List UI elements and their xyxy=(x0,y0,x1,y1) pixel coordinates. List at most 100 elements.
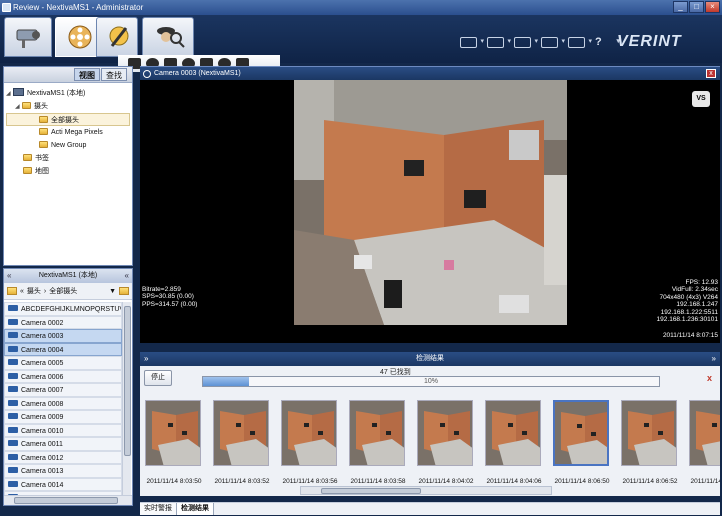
camera-name: ABCDEFGHIJKLMNOPQRSTUVWX xyxy=(21,306,121,313)
collapse-icon[interactable]: « xyxy=(7,269,11,283)
camera-list-item[interactable]: Camera 0013 xyxy=(4,464,122,478)
camera-list-item[interactable]: Camera 0012 xyxy=(4,450,122,464)
chevron-down-icon[interactable]: ▼ xyxy=(109,288,116,295)
result-thumbnail[interactable]: 2011/11/14 8:06:50 xyxy=(550,398,612,485)
detection-header: » 检测结果 » xyxy=(140,352,720,366)
help-icon[interactable]: ? xyxy=(595,36,620,48)
camera-icon xyxy=(8,359,18,365)
close-results-icon[interactable]: x xyxy=(707,373,712,383)
live-mode-tab[interactable] xyxy=(4,17,52,57)
tab-detection-results[interactable]: 检测结果 xyxy=(177,503,214,515)
print-icon[interactable] xyxy=(460,37,484,48)
stream-stats-right: FPS: 12.93 VidFull: 2.34sec 704x480 (4x3… xyxy=(656,279,718,324)
camera-breadcrumb: « 摄头 › 全部摄头 ▼ xyxy=(4,283,132,300)
result-thumbnail[interactable]: 2011/11/14 8:04:02 xyxy=(414,398,476,485)
tab-search[interactable]: 查找 xyxy=(101,68,127,81)
video-panel-header: Camera 0003 (NextivaMS1) x xyxy=(140,66,720,80)
tree-item-acti[interactable]: Acti Mega Pixels xyxy=(6,126,130,139)
thumbnail-image xyxy=(485,400,541,466)
tab-view[interactable]: 视图 xyxy=(74,68,100,81)
breadcrumb-all-cameras[interactable]: 全部摄头 xyxy=(49,286,77,296)
video-viewport[interactable]: Bitrate=2.859 SPS=30.85 (0.00) PPS=314.5… xyxy=(140,80,720,343)
camera-list-item[interactable]: Camera 0003 xyxy=(4,329,122,343)
camera-list-scrollbar[interactable] xyxy=(122,302,131,495)
camera-list-item[interactable]: Camera 0004 xyxy=(4,342,122,356)
tree-item-all-cameras[interactable]: 全部摄头 xyxy=(6,113,130,126)
camera-icon xyxy=(8,440,18,446)
camera-list-item[interactable]: Camera 0005 xyxy=(4,356,122,370)
detective-icon xyxy=(157,27,185,48)
camera-icon xyxy=(8,345,18,352)
folder-icon xyxy=(23,154,32,161)
thumbnail-image xyxy=(621,400,677,466)
minimize-button[interactable]: _ xyxy=(673,1,688,13)
office-scene-image xyxy=(294,80,567,325)
search-progress: 10% xyxy=(202,376,660,387)
camera-list-item[interactable]: Camera 0008 xyxy=(4,396,122,410)
tab-live-alarms[interactable]: 实时警报 xyxy=(140,503,177,515)
camera-name: Camera 0012 xyxy=(21,454,64,462)
close-button[interactable]: × xyxy=(705,1,720,13)
main-toolbar: ? VERINT xyxy=(0,15,722,72)
camera-list-item[interactable]: Camera 0009 xyxy=(4,410,122,424)
back-button[interactable]: « xyxy=(20,288,24,295)
result-thumbnail[interactable]: 2011/11/14 8:06:56 xyxy=(686,398,720,485)
users-icon[interactable] xyxy=(487,37,511,48)
camera-name: Camera 0003 xyxy=(21,333,64,340)
camera-list-hscrollbar[interactable] xyxy=(4,495,132,505)
maximize-button[interactable]: □ xyxy=(689,1,704,13)
result-thumbnail[interactable]: 2011/11/14 8:06:52 xyxy=(618,398,680,485)
tree-root[interactable]: ◢ NextivaMS1 (本地) xyxy=(6,87,130,100)
thumbnail-timestamp: 2011/11/14 8:06:56 xyxy=(690,478,720,485)
app-icon xyxy=(2,3,11,12)
investigate-mode-tab[interactable] xyxy=(142,17,194,57)
camera-name: Camera 0009 xyxy=(21,414,64,421)
camera-name: Camera 0014 xyxy=(21,481,64,489)
navigation-panel: 视图 查找 ◢ NextivaMS1 (本地) ◢ 摄头 全部摄头 Acti Meg… xyxy=(3,66,133,266)
close-video-button[interactable]: x xyxy=(706,69,716,78)
tree-bookmarks[interactable]: 书签 xyxy=(6,152,130,165)
vs-badge: VS xyxy=(692,91,710,107)
stop-button[interactable]: 停止 xyxy=(144,370,172,386)
camera-list-item[interactable]: Camera 0007 xyxy=(4,383,122,397)
breadcrumb-cameras[interactable]: 摄头 xyxy=(27,286,41,296)
folder-icon xyxy=(39,116,48,123)
collapse-icon[interactable]: » xyxy=(144,352,148,366)
tools-icon xyxy=(109,26,129,47)
title-bar: Review - NextivaMS1 - Administrator _ □ … xyxy=(0,0,722,15)
thumbnail-timestamp: 2011/11/14 8:06:52 xyxy=(622,478,678,485)
tree-maps[interactable]: 地图 xyxy=(6,165,130,178)
collapse-icon[interactable]: » xyxy=(712,352,716,366)
collapse-icon[interactable]: « xyxy=(125,269,129,283)
camera-list-item[interactable]: Camera 0006 xyxy=(4,369,122,383)
thumbnail-timestamp: 2011/11/14 8:03:56 xyxy=(282,478,338,485)
tree-item-new-group[interactable]: New Group xyxy=(6,139,130,152)
verint-logo: VERINT xyxy=(617,33,682,50)
camera-list: ABCDEFGHIJKLMNOPQRSTUVWX Camera 0002 Camer… xyxy=(4,302,122,495)
result-thumbnail[interactable]: 2011/11/14 8:04:06 xyxy=(482,398,544,485)
layout-icon[interactable] xyxy=(514,37,538,48)
camera-list-item[interactable]: Camera 0011 xyxy=(4,437,122,451)
thumbnail-timestamp: 2011/11/14 8:03:58 xyxy=(350,478,406,485)
settings-icon[interactable] xyxy=(568,37,592,48)
window-icon[interactable] xyxy=(541,37,565,48)
camera-list-item[interactable]: ABCDEFGHIJKLMNOPQRSTUVWX xyxy=(4,302,122,316)
detection-body: 停止 47 已找到 10% x 2011/11/14 8:03:50 2011/1… xyxy=(140,366,720,496)
video-timestamp: 2011/11/14 8:07:15 xyxy=(662,332,718,339)
new-folder-icon[interactable] xyxy=(119,287,129,295)
progress-text: 10% xyxy=(423,378,438,385)
result-thumbnail[interactable]: 2011/11/14 8:03:50 xyxy=(142,398,204,485)
tools-mode-tab[interactable] xyxy=(96,17,138,57)
camera-list-item[interactable]: Camera 0010 xyxy=(4,423,122,437)
result-thumbnail[interactable]: 2011/11/14 8:03:56 xyxy=(278,398,340,485)
result-thumbnail[interactable]: 2011/11/14 8:03:58 xyxy=(346,398,408,485)
camera-list-item[interactable]: Camera 0002 xyxy=(4,315,122,329)
results-scrollbar[interactable] xyxy=(300,486,552,495)
camera-icon xyxy=(8,372,18,379)
camera-icon xyxy=(8,318,18,325)
tree-cameras-folder[interactable]: ◢ 摄头 xyxy=(6,100,130,113)
camera-icon xyxy=(8,399,18,406)
camera-list-item[interactable]: Camera 0014 xyxy=(4,477,122,491)
result-thumbnail[interactable]: 2011/11/14 8:03:52 xyxy=(210,398,272,485)
folder-icon xyxy=(23,167,32,174)
